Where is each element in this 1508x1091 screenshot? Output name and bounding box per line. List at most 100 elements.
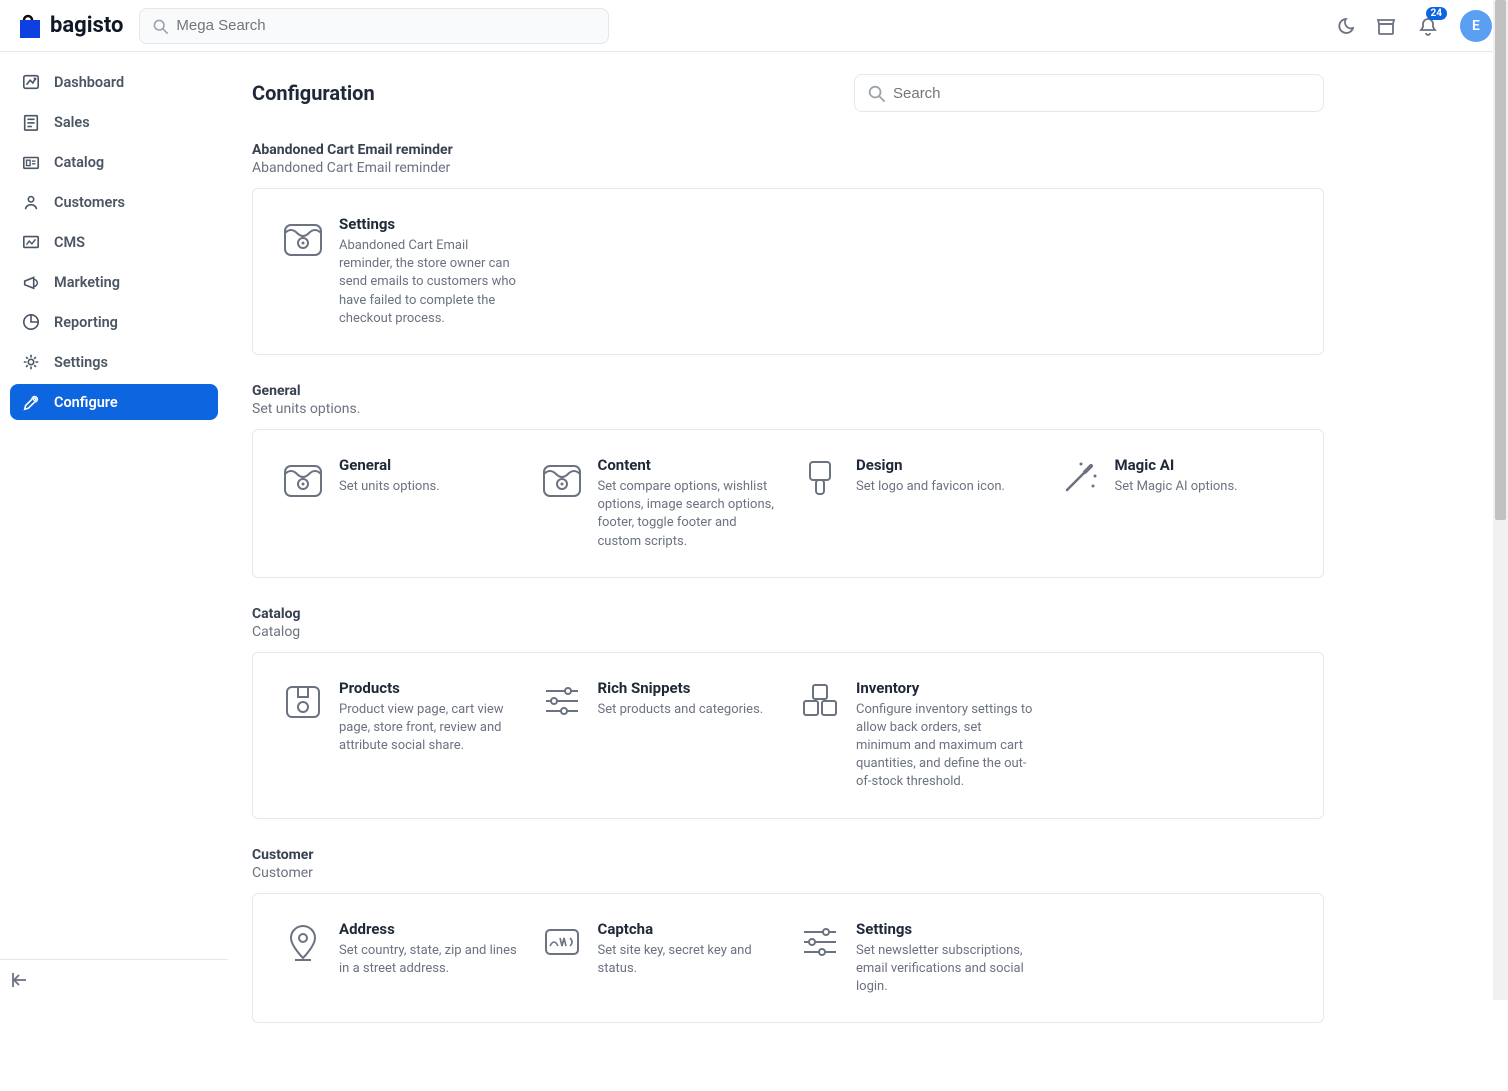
captcha-icon [540, 920, 584, 964]
main-content: Configuration Abandoned Cart Email remin… [228, 52, 1348, 1091]
sidebar-item-sales[interactable]: Sales [10, 104, 218, 140]
config-item-desc: Set units options. [339, 478, 440, 496]
sidebar-item-marketing[interactable]: Marketing [10, 264, 218, 300]
config-item-desc: Set compare options, wishlist options, i… [598, 478, 779, 551]
wand-icon [1057, 456, 1101, 500]
scrollbar-thumb[interactable] [1495, 0, 1506, 520]
sidebar-item-configure[interactable]: Configure [10, 384, 218, 420]
notifications-button[interactable]: 24 [1418, 16, 1438, 36]
config-item-rich-snippets[interactable]: Rich Snippets Set products and categories… [540, 679, 779, 792]
sidebar-item-reporting[interactable]: Reporting [10, 304, 218, 340]
config-section: Abandoned Cart Email reminderAbandoned C… [252, 142, 1324, 355]
wrench-icon [22, 393, 40, 411]
sidebar-collapse-button[interactable] [10, 970, 30, 990]
brush-icon [798, 456, 842, 500]
config-item-label: Products [339, 679, 520, 697]
config-item-label: Rich Snippets [598, 679, 764, 697]
avatar[interactable]: E [1460, 10, 1492, 42]
config-item-label: Settings [339, 215, 520, 233]
page-title: Configuration [252, 81, 375, 105]
config-item-inventory[interactable]: InventoryConfigure inventory settings to… [798, 679, 1037, 792]
notifications-badge: 24 [1426, 7, 1447, 20]
config-item-label: Address [339, 920, 520, 938]
page-search-input[interactable] [893, 85, 1311, 102]
sidebar-collapse-strip [0, 959, 228, 1000]
config-item-desc: Product view page, cart view page, store… [339, 701, 520, 756]
user-icon [22, 193, 40, 211]
boxes-icon [798, 679, 842, 723]
section-desc: Abandoned Cart Email reminder [252, 160, 1324, 176]
store-cog-icon [281, 215, 325, 259]
config-item-label: Magic AI [1115, 456, 1238, 474]
sidebar-item-settings[interactable]: Settings [10, 344, 218, 380]
config-item-desc: Set country, state, zip and lines in a s… [339, 942, 520, 978]
sidebar-item-label: Dashboard [54, 74, 124, 91]
sidebar-item-label: Reporting [54, 314, 118, 331]
mega-search[interactable] [139, 8, 609, 44]
config-item-magic-ai[interactable]: Magic AI Set Magic AI options. [1057, 456, 1296, 551]
section-desc: Catalog [252, 624, 1324, 640]
section-card: Address Set country, state, zip and lines… [252, 893, 1324, 1024]
sidebar-item-cms[interactable]: CMS [10, 224, 218, 260]
page-search[interactable] [854, 74, 1324, 112]
sidebar: Dashboard Sales Catalog Customers CMS Ma… [0, 52, 228, 1091]
config-item-content[interactable]: Content Set compare options, wishlist opt… [540, 456, 779, 551]
sidebar-item-catalog[interactable]: Catalog [10, 144, 218, 180]
sidebar-item-label: Configure [54, 394, 118, 411]
config-item-address[interactable]: Address Set country, state, zip and lines… [281, 920, 520, 997]
sidebar-item-label: Catalog [54, 154, 104, 171]
config-item-label: Inventory [856, 679, 1037, 697]
config-item-general[interactable]: GeneralSet units options. [281, 456, 520, 551]
store-cog-icon [281, 456, 325, 500]
image-icon [22, 233, 40, 251]
config-item-desc: Set products and categories. [598, 701, 764, 719]
section-title: Catalog [252, 606, 1324, 622]
section-title: Customer [252, 847, 1324, 863]
topbar-right: 24 E [1334, 10, 1492, 42]
config-item-settings[interactable]: Settings Set newsletter subscriptions, em… [798, 920, 1037, 997]
box-cog-icon [281, 679, 325, 723]
section-title: General [252, 383, 1324, 399]
sidebar-item-label: CMS [54, 234, 85, 251]
sidebar-item-label: Marketing [54, 274, 120, 291]
config-section: Catalog Catalog Products Product view page,… [252, 606, 1324, 819]
search-icon [152, 18, 168, 34]
dashboard-icon [22, 73, 40, 91]
bag-icon [16, 12, 44, 40]
mega-search-input[interactable] [176, 17, 596, 34]
config-item-captcha[interactable]: CaptchaSet site key, secret key and stat… [540, 920, 779, 997]
pin-icon [281, 920, 325, 964]
sidebar-item-label: Customers [54, 194, 125, 211]
section-card: GeneralSet units options. Content Set comp… [252, 429, 1324, 578]
sidebar-item-label: Sales [54, 114, 90, 131]
sidebar-item-dashboard[interactable]: Dashboard [10, 64, 218, 100]
sidebar-item-customers[interactable]: Customers [10, 184, 218, 220]
sliders-icon [798, 920, 842, 964]
config-item-desc: Set site key, secret key and status. [598, 942, 779, 978]
scrollbar[interactable] [1493, 0, 1508, 1000]
brand-name: bagisto [50, 13, 123, 38]
store-switcher[interactable] [1376, 16, 1396, 36]
gear-icon [22, 353, 40, 371]
config-item-label: Design [856, 456, 1005, 474]
document-icon [22, 113, 40, 131]
config-item-desc: Set logo and favicon icon. [856, 478, 1005, 496]
config-item-settings[interactable]: SettingsAbandoned Cart Email reminder, t… [281, 215, 520, 328]
dark-mode-toggle[interactable] [1334, 16, 1354, 36]
section-desc: Set units options. [252, 401, 1324, 417]
config-item-desc: Set Magic AI options. [1115, 478, 1238, 496]
config-item-desc: Set newsletter subscriptions, email veri… [856, 942, 1037, 997]
page-header: Configuration [252, 74, 1324, 112]
section-card: Products Product view page, cart view pag… [252, 652, 1324, 819]
store-cog-icon [540, 456, 584, 500]
catalog-icon [22, 153, 40, 171]
search-icon [867, 84, 885, 102]
config-item-products[interactable]: Products Product view page, cart view pag… [281, 679, 520, 792]
config-section: CustomerCustomerAddressSet country, stat… [252, 847, 1324, 1024]
config-item-label: Settings [856, 920, 1037, 938]
brand-logo[interactable]: bagisto [16, 12, 123, 40]
megaphone-icon [22, 273, 40, 291]
config-item-design[interactable]: Design Set logo and favicon icon. [798, 456, 1037, 551]
config-section: GeneralSet units options.GeneralSet unit… [252, 383, 1324, 578]
config-item-label: Content [598, 456, 779, 474]
